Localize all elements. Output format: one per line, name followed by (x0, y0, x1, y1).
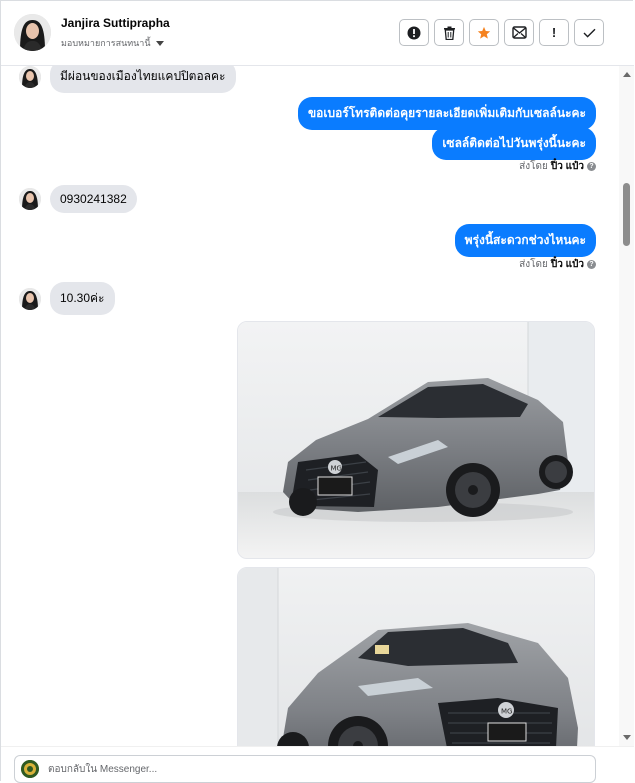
contact-avatar-small (19, 66, 41, 88)
thread-scrollbar[interactable] (619, 66, 634, 746)
contact-name: Janjira Suttiprapha (61, 16, 170, 30)
assign-conversation-dropdown[interactable]: มอบหมายการสนทนานี้ (61, 36, 164, 50)
mark-important-button[interactable]: ! (539, 19, 569, 46)
svg-text:MG: MG (501, 708, 512, 716)
contact-avatar[interactable] (14, 14, 51, 51)
sent-by-label: ส่งโดย ปิ๋ว แป๋ว ? (519, 159, 596, 174)
outgoing-message-bubble: เซลล์ติดต่อไปวันพรุ่งนี้นะคะ (432, 127, 596, 160)
help-icon[interactable]: ? (587, 260, 596, 269)
trash-icon (443, 26, 455, 40)
car-photo-front-angle[interactable]: MG (237, 321, 595, 559)
sent-by-prefix: ส่งโดย (519, 161, 548, 172)
incoming-message-bubble: 0930241382 (50, 185, 137, 213)
important-icon: ! (551, 25, 557, 40)
check-icon (583, 28, 595, 38)
reply-box[interactable] (14, 755, 596, 783)
star-button[interactable] (469, 19, 499, 46)
svg-text:MG: MG (331, 465, 342, 473)
assign-label: มอบหมายการสนทนานี้ (61, 38, 151, 48)
sent-by-label: ส่งโดย ปิ๋ว แป๋ว ? (519, 257, 596, 272)
delete-button[interactable] (434, 19, 464, 46)
incoming-message-row: มีผ่อนของเมืองไทยแคปปิตอลคะ (19, 66, 236, 93)
sent-by-agent: ปิ๋ว แป๋ว (550, 161, 584, 172)
reply-composer (1, 746, 634, 783)
incoming-message-bubble: มีผ่อนของเมืองไทยแคปปิตอลคะ (50, 66, 236, 93)
contact-avatar-small (19, 188, 41, 210)
scroll-down-arrow-icon[interactable] (623, 735, 631, 740)
incoming-message-row: 0930241382 (19, 185, 137, 213)
outgoing-message-bubble: พรุ่งนี้สะดวกช่วงไหนคะ (454, 224, 596, 257)
messenger-conversation-panel: Janjira Suttiprapha มอบหมายการสนทนานี้ !… (0, 0, 634, 783)
car-photo-front[interactable]: MG (237, 567, 595, 746)
incoming-message-row: 10.30ค่ะ (19, 282, 115, 315)
caret-down-icon (155, 40, 164, 46)
conversation-header: Janjira Suttiprapha มอบหมายการสนทนานี้ ! (1, 1, 634, 66)
scroll-up-arrow-icon[interactable] (623, 72, 631, 77)
scrollbar-thumb[interactable] (623, 183, 630, 246)
page-avatar (21, 760, 39, 778)
outgoing-message-bubble: ขอเบอร์โทรติดต่อคุยรายละเอียดเพิ่มเติมกั… (297, 97, 596, 130)
message-thread: มีผ่อนของเมืองไทยแคปปิตอลคะ ขอเบอร์โทรติ… (1, 66, 619, 746)
reply-input[interactable] (46, 762, 350, 776)
conversation-actions: ! (399, 19, 604, 46)
help-icon[interactable]: ? (587, 162, 596, 171)
star-icon (477, 26, 491, 39)
mark-unread-button[interactable] (504, 19, 534, 46)
sent-by-agent: ปิ๋ว แป๋ว (550, 259, 584, 270)
incoming-message-bubble: 10.30ค่ะ (50, 282, 115, 315)
alert-circle-icon (407, 26, 421, 39)
sent-by-prefix: ส่งโดย (519, 259, 548, 270)
report-spam-button[interactable] (399, 19, 429, 46)
mark-done-button[interactable] (574, 19, 604, 46)
contact-avatar-small (19, 287, 41, 310)
mark-unread-icon (511, 26, 527, 39)
